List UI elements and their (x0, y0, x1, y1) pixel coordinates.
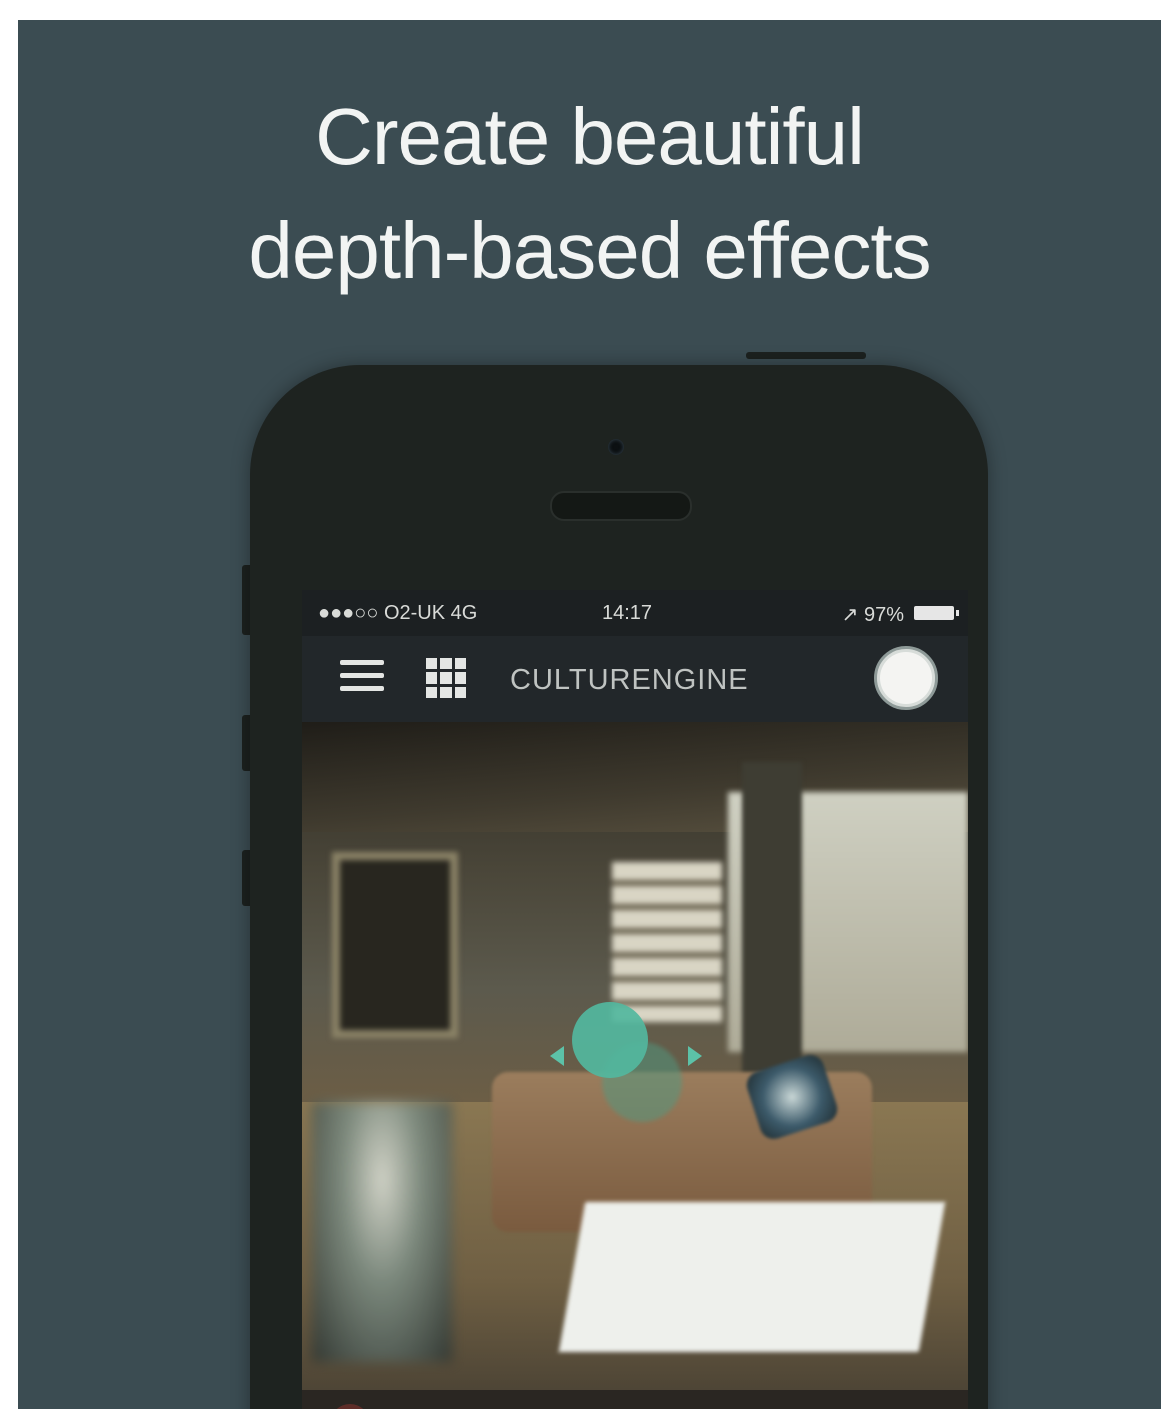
status-time: 14:17 (602, 602, 653, 624)
headline: Create beautiful depth-based effects (18, 80, 1161, 308)
grid-icon[interactable] (426, 658, 466, 698)
app-navbar: CULTURENGINE (302, 636, 968, 722)
headline-line-1: Create beautiful (315, 92, 865, 181)
phone-screen: ●●●○○ O2-UK 4G 14:17 ↗ 97% CULTURENGINE (302, 590, 968, 1409)
coffee-table-image-region (558, 1202, 946, 1352)
battery-percent: ↗ 97% (841, 604, 904, 626)
drag-left-arrow-icon (550, 1046, 564, 1066)
circle-button-icon[interactable] (874, 646, 938, 710)
phone-mockup: ●●●○○ O2-UK 4G 14:17 ↗ 97% CULTURENGINE (250, 365, 988, 1409)
focus-point-icon[interactable] (572, 1002, 648, 1078)
app-brand-title: CULTURENGINE (510, 664, 749, 696)
phone-volume-down (242, 850, 250, 906)
front-camera-icon (608, 439, 624, 455)
headline-line-2: depth-based effects (248, 206, 931, 295)
status-bar: ●●●○○ O2-UK 4G 14:17 ↗ 97% (302, 590, 968, 636)
carrier-signal: ●●●○○ O2-UK 4G (318, 602, 478, 624)
hamburger-icon[interactable] (340, 660, 384, 696)
drag-right-arrow-icon (688, 1046, 702, 1066)
phone-mute-switch (242, 565, 250, 635)
depth-photo[interactable] (302, 722, 968, 1390)
avatar[interactable] (330, 1404, 370, 1409)
earpiece-speaker (550, 491, 692, 521)
post-footer (302, 1390, 968, 1409)
battery-icon (914, 606, 959, 620)
phone-volume-up (242, 715, 250, 771)
phone-power-button (746, 352, 866, 359)
app-store-screenshot: Create beautiful depth-based effects ●●●… (18, 20, 1161, 1409)
